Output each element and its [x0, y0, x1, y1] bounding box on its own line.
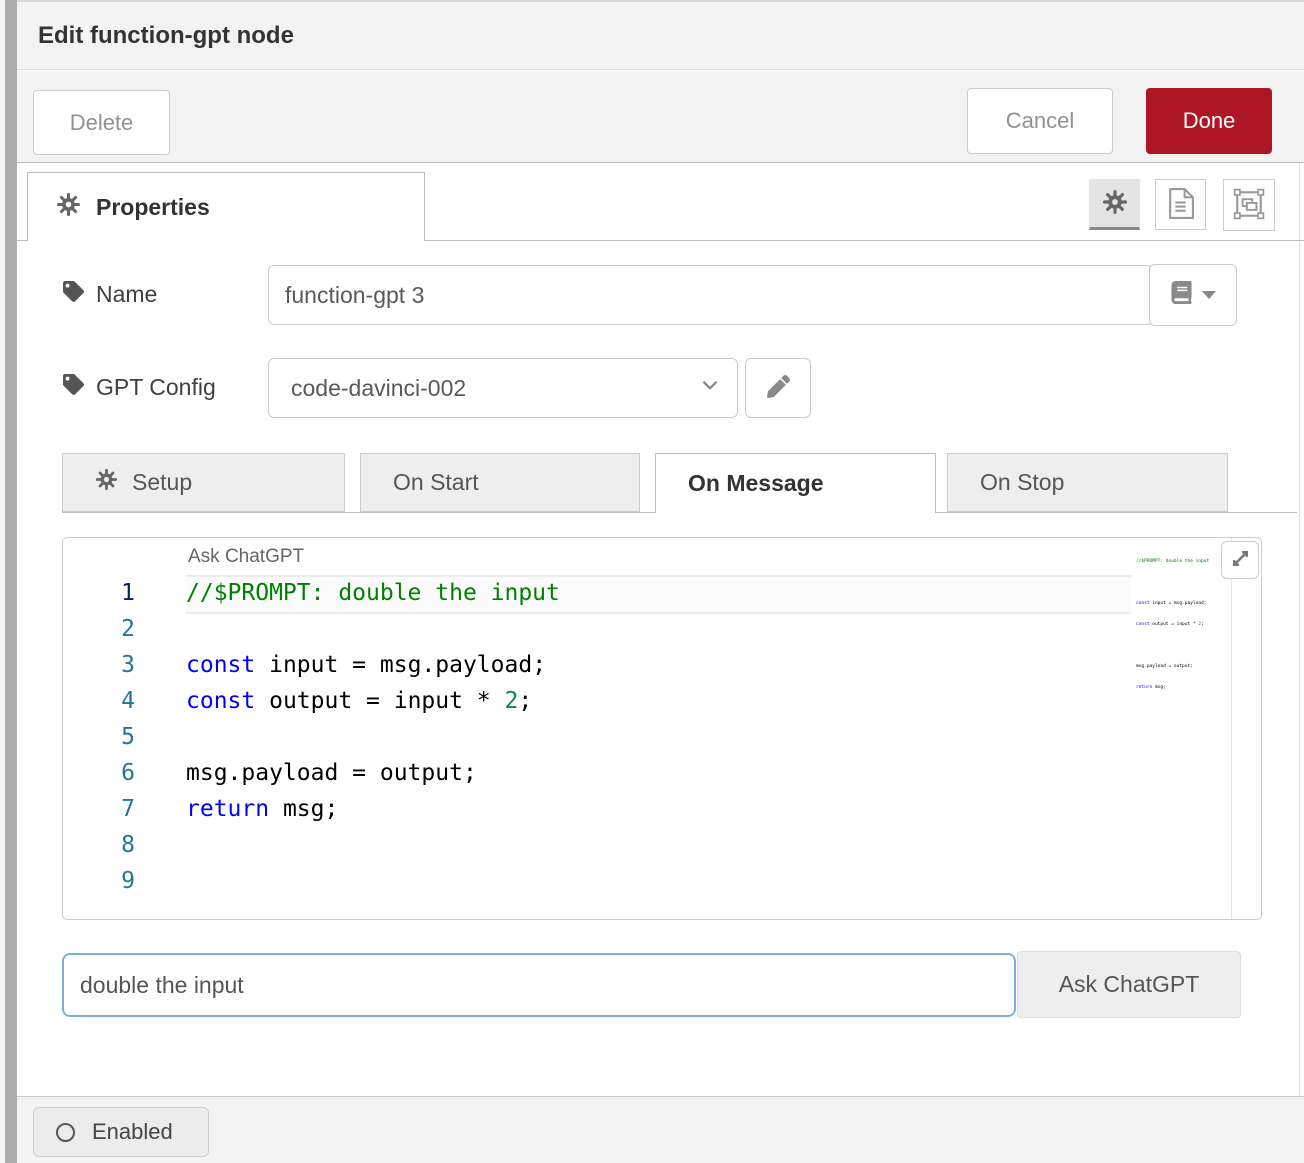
tray-resize-handle[interactable] — [5, 0, 17, 1163]
expand-icon — [1229, 547, 1252, 573]
dialog-right-edge — [1299, 163, 1300, 1096]
code-line-4[interactable]: 4 const output = input * 2; — [63, 683, 1223, 719]
tab-setup-label: Setup — [132, 469, 192, 496]
name-input[interactable] — [268, 265, 1153, 325]
line-number: 1 — [63, 575, 135, 611]
ask-chatgpt-button[interactable]: Ask ChatGPT — [1017, 951, 1241, 1018]
line-number: 9 — [63, 863, 135, 899]
pencil-icon — [767, 375, 790, 401]
expand-editor-button[interactable] — [1221, 541, 1259, 579]
code-line-5[interactable]: 5 — [63, 719, 1223, 755]
tag-icon — [63, 374, 84, 401]
editor-minimap[interactable]: //$PROMPT: double the input const input … — [1136, 544, 1216, 705]
gpt-config-field-label: GPT Config — [63, 374, 216, 401]
book-icon — [1170, 281, 1193, 310]
tab-on-stop-label: On Stop — [980, 469, 1064, 496]
tab-on-start-label: On Start — [393, 469, 479, 496]
tab-on-start[interactable]: On Start — [360, 453, 640, 512]
page-title: Edit function-gpt node — [38, 2, 294, 70]
tab-on-message-label: On Message — [688, 470, 824, 497]
gpt-config-select[interactable]: code-davinci-002 — [268, 358, 738, 418]
code-line-6[interactable]: 6 msg.payload = output; — [63, 755, 1223, 791]
cancel-button[interactable]: Cancel — [967, 88, 1113, 154]
tab-on-stop[interactable]: On Stop — [947, 453, 1228, 512]
line-number: 2 — [63, 611, 135, 647]
prompt-input[interactable] — [62, 953, 1016, 1017]
node-appearance-button[interactable] — [1223, 179, 1275, 231]
gpt-config-selected-value: code-davinci-002 — [291, 375, 699, 402]
caret-down-icon — [1202, 291, 1216, 299]
code-line-3[interactable]: 3 const input = msg.payload; — [63, 647, 1223, 683]
gear-icon — [1102, 189, 1128, 218]
code-editor[interactable]: Ask ChatGPT 1 //$PROMPT: double the inpu… — [62, 537, 1262, 920]
gear-icon — [95, 468, 118, 497]
line-number: 8 — [63, 827, 135, 863]
name-expander-button[interactable] — [1149, 264, 1237, 326]
node-description-button[interactable] — [1155, 179, 1206, 230]
tab-setup[interactable]: Setup — [62, 453, 345, 512]
code-line-1[interactable]: 1 //$PROMPT: double the input — [63, 575, 1223, 611]
done-button[interactable]: Done — [1146, 88, 1272, 154]
chevron-down-icon — [699, 374, 721, 402]
line-number: 6 — [63, 755, 135, 791]
enabled-label: Enabled — [92, 1119, 173, 1145]
name-label-text: Name — [96, 281, 157, 308]
tray-header: Edit function-gpt node — [17, 0, 1304, 70]
tag-icon — [63, 281, 84, 308]
line-number: 5 — [63, 719, 135, 755]
code-line-7[interactable]: 7 return msg; — [63, 791, 1223, 827]
gpt-config-label-text: GPT Config — [96, 374, 216, 401]
line-number: 3 — [63, 647, 135, 683]
appearance-icon — [1233, 188, 1265, 223]
delete-button[interactable]: Delete — [33, 90, 170, 155]
line-number: 7 — [63, 791, 135, 827]
tab-properties[interactable]: Properties — [27, 172, 425, 241]
tab-on-message[interactable]: On Message — [655, 453, 936, 513]
code-line-9[interactable]: 9 — [63, 863, 1223, 899]
node-settings-button[interactable] — [1089, 179, 1140, 230]
codelens-ask-chatgpt[interactable]: Ask ChatGPT — [188, 546, 304, 568]
circle-icon — [56, 1123, 75, 1142]
tray-toolbar: Delete Cancel Done — [17, 71, 1304, 163]
code-line-8[interactable]: 8 — [63, 827, 1223, 863]
gear-icon — [56, 192, 81, 222]
tray-footer: Enabled — [17, 1096, 1304, 1163]
code-line-2[interactable]: 2 — [63, 611, 1223, 647]
properties-tab-label: Properties — [96, 194, 210, 221]
line-number: 4 — [63, 683, 135, 719]
edit-config-button[interactable] — [745, 358, 811, 418]
enabled-toggle-button[interactable]: Enabled — [33, 1107, 209, 1157]
name-field-label: Name — [63, 281, 157, 308]
document-icon — [1167, 188, 1194, 222]
edit-node-tray: Edit function-gpt node Delete Cancel Don… — [0, 0, 1304, 1163]
editor-scrollbar-track[interactable] — [1231, 538, 1232, 919]
